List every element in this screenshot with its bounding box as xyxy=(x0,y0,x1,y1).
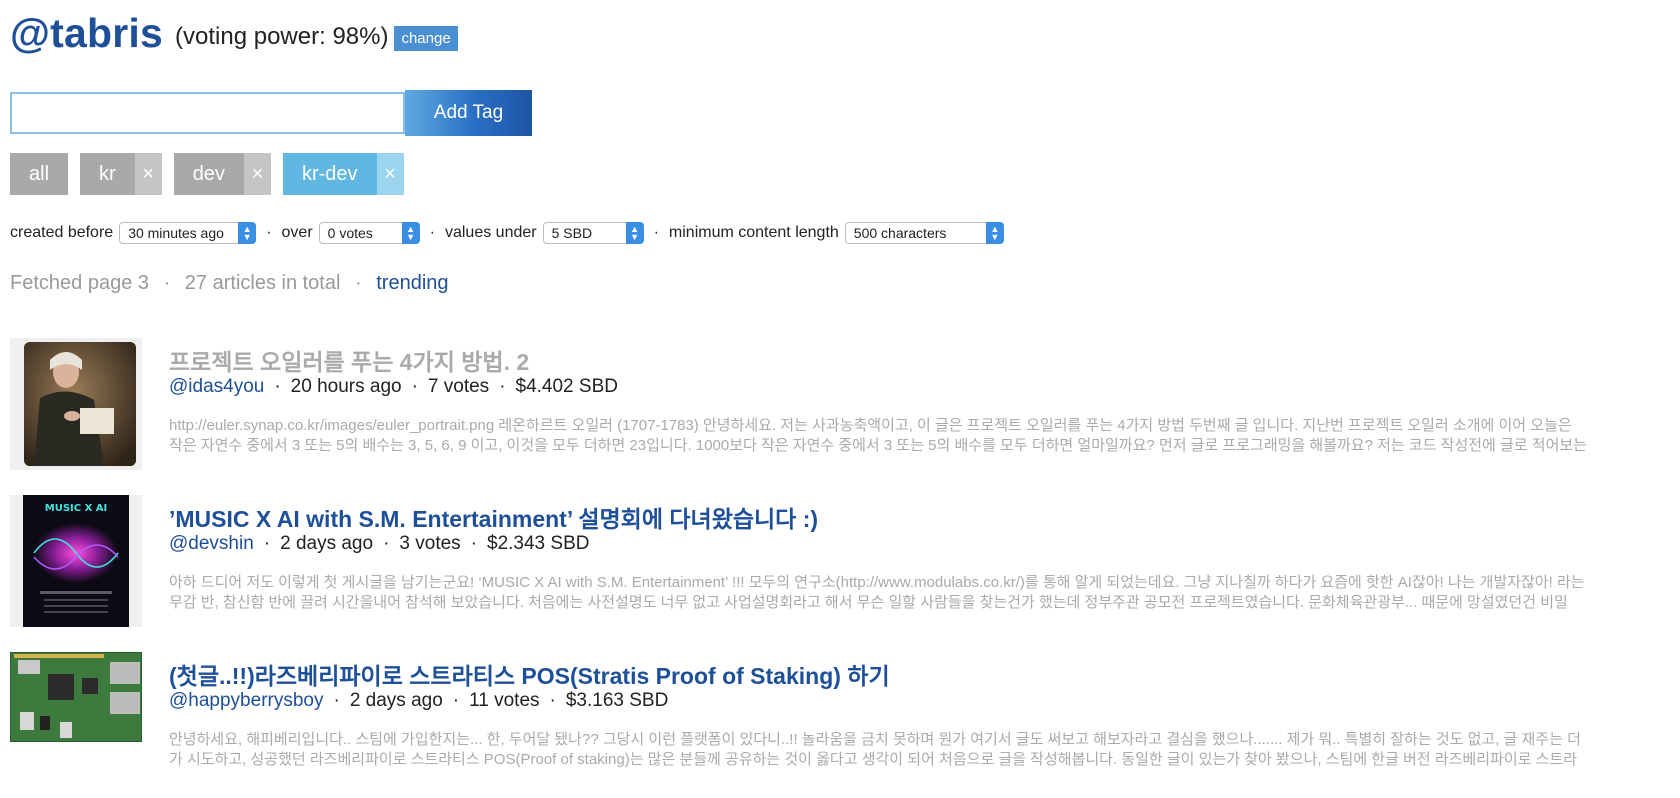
article-meta: @devshin · 2 days ago · 3 votes · $2.343 SBD xyxy=(169,533,589,555)
separator: · xyxy=(470,533,477,554)
trending-link[interactable]: trending xyxy=(376,272,448,294)
over-select[interactable]: 0 votes ▲ ▼ xyxy=(318,222,420,244)
tag-kr-dev[interactable]: kr-dev × xyxy=(282,153,404,195)
tag-label[interactable]: kr xyxy=(80,153,135,195)
tag-kr[interactable]: kr × xyxy=(80,153,162,195)
excerpt-line: 아하 드디어 저도 이렇게 첫 게시글을 남기는군요! ‘MUSIC X AI … xyxy=(169,574,1585,591)
article-author[interactable]: @happyberrysboy xyxy=(169,690,323,711)
fetch-summary: Fetched page 3 · 27 articles in total · … xyxy=(10,272,449,295)
username[interactable]: @tabris xyxy=(10,10,163,57)
article-excerpt: 아하 드디어 저도 이렇게 첫 게시글을 남기는군요! ‘MUSIC X AI … xyxy=(169,573,1680,613)
select-value: 5 SBD xyxy=(551,225,593,241)
tag-input-row: Add Tag xyxy=(10,90,532,136)
separator: · xyxy=(653,224,659,241)
created-before-label: created before xyxy=(10,224,114,241)
article-title[interactable]: 프로젝트 오일러를 푸는 4가지 방법. 2 xyxy=(169,343,529,377)
change-button[interactable]: change xyxy=(394,26,458,51)
separator: · xyxy=(383,533,390,554)
article-age: 20 hours ago xyxy=(290,376,402,397)
select-value: 0 votes xyxy=(327,225,373,241)
filters: created before 30 minutes ago ▲ ▼ · over … xyxy=(10,222,1004,244)
article-meta: @idas4you · 20 hours ago · 7 votes · $4.402 SB… xyxy=(169,376,618,398)
select-arrows-icon: ▲ ▼ xyxy=(401,222,420,244)
article-age: 2 days ago xyxy=(280,533,374,554)
article-value: $2.343 SBD xyxy=(487,533,590,554)
values-under-label: values under xyxy=(444,224,537,241)
separator: · xyxy=(274,376,281,397)
excerpt-line: 안녕하세요, 해피베리입니다.. 스팀에 가입한지는... 한, 두어달 됐나?… xyxy=(169,731,1581,748)
article-excerpt: http://euler.synap.co.kr/images/euler_po… xyxy=(169,416,1680,456)
excerpt-line: 가 시도하고, 성공했던 라즈베리파이로 스트라티스 POS(Proof of … xyxy=(169,751,1577,768)
article-votes: 7 votes xyxy=(427,376,490,397)
tag-dev[interactable]: dev × xyxy=(173,153,271,195)
select-arrows-icon: ▲ ▼ xyxy=(625,222,644,244)
tag-label[interactable]: dev xyxy=(173,153,244,195)
separator: · xyxy=(263,533,271,554)
min-length-select[interactable]: 500 characters ▲ ▼ xyxy=(844,222,1004,244)
article-total: 27 articles in total xyxy=(184,272,341,294)
excerpt-line: http://euler.synap.co.kr/images/euler_po… xyxy=(169,417,1572,434)
tag-all[interactable]: all xyxy=(10,153,69,195)
header: @tabris (voting power: 98%) change xyxy=(10,10,458,57)
article-excerpt: 안녕하세요, 해피베리입니다.. 스팀에 가입한지는... 한, 두어달 됐나?… xyxy=(169,730,1680,770)
article-item: 프로젝트 오일러를 푸는 4가지 방법. 2 @idas4you · 20 hour… xyxy=(10,338,1680,473)
separator: · xyxy=(355,272,362,294)
over-label: over xyxy=(281,224,313,241)
tag-list: all kr × dev × kr-dev × xyxy=(10,153,416,195)
select-arrows-icon: ▲ ▼ xyxy=(238,222,257,244)
remove-tag-icon[interactable]: × xyxy=(134,153,162,195)
separator: · xyxy=(163,272,171,294)
separator: · xyxy=(549,690,556,711)
select-arrows-icon: ▲ ▼ xyxy=(985,222,1004,244)
article-value: $4.402 SBD xyxy=(515,376,618,397)
tag-label[interactable]: all xyxy=(10,153,69,195)
excerpt-line: 작은 자연수 중에서 3 또는 5의 배수는 3, 5, 6, 9 이고, 이것… xyxy=(169,437,1587,454)
article-author[interactable]: @devshin xyxy=(169,533,254,554)
article-author[interactable]: @idas4you xyxy=(169,376,264,397)
min-length-label: minimum content length xyxy=(668,224,839,241)
article-item: (첫글..!!)라즈베리파이로 스트라티스 POS(Stratis Proof … xyxy=(10,652,1680,787)
article-item: MUSIC X AI ’MUSIC X AI with S.M. Enterta… xyxy=(10,495,1680,630)
separator: · xyxy=(333,690,340,711)
article-thumbnail[interactable]: MUSIC X AI xyxy=(10,495,142,627)
select-value: 500 characters xyxy=(853,225,947,241)
article-votes: 3 votes xyxy=(399,533,461,554)
separator: · xyxy=(499,376,506,397)
article-value: $3.163 SBD xyxy=(565,690,669,711)
separator: · xyxy=(429,224,435,241)
poster-title: MUSIC X AI xyxy=(45,503,107,514)
tag-input[interactable] xyxy=(10,92,405,134)
select-value: 30 minutes ago xyxy=(128,225,224,241)
created-before-select[interactable]: 30 minutes ago ▲ ▼ xyxy=(119,222,257,244)
article-age: 2 days ago xyxy=(349,690,443,711)
fetched-page: Fetched page 3 xyxy=(10,272,149,294)
article-title[interactable]: (첫글..!!)라즈베리파이로 스트라티스 POS(Stratis Proof … xyxy=(169,657,890,691)
remove-tag-icon[interactable]: × xyxy=(243,153,271,195)
article-meta: @happyberrysboy · 2 days ago · 11 votes · $3.1… xyxy=(169,690,668,712)
article-votes: 11 votes xyxy=(469,690,540,711)
article-thumbnail[interactable] xyxy=(10,338,142,470)
voting-power: (voting power: 98%) xyxy=(175,23,389,50)
separator: · xyxy=(452,690,460,711)
remove-tag-icon[interactable]: × xyxy=(376,153,404,195)
values-under-select[interactable]: 5 SBD ▲ ▼ xyxy=(542,222,644,244)
tag-label[interactable]: kr-dev xyxy=(282,153,377,195)
separator: · xyxy=(411,376,418,397)
add-tag-button[interactable]: Add Tag xyxy=(405,90,532,136)
article-thumbnail[interactable] xyxy=(10,652,142,742)
excerpt-line: 무감 반, 참신함 반에 끌려 시간을내어 참석해 보았습니다. 처음에는 사전… xyxy=(169,594,1568,611)
article-title[interactable]: ’MUSIC X AI with S.M. Entertainment’ 설명회… xyxy=(169,500,818,534)
separator: · xyxy=(266,224,272,241)
